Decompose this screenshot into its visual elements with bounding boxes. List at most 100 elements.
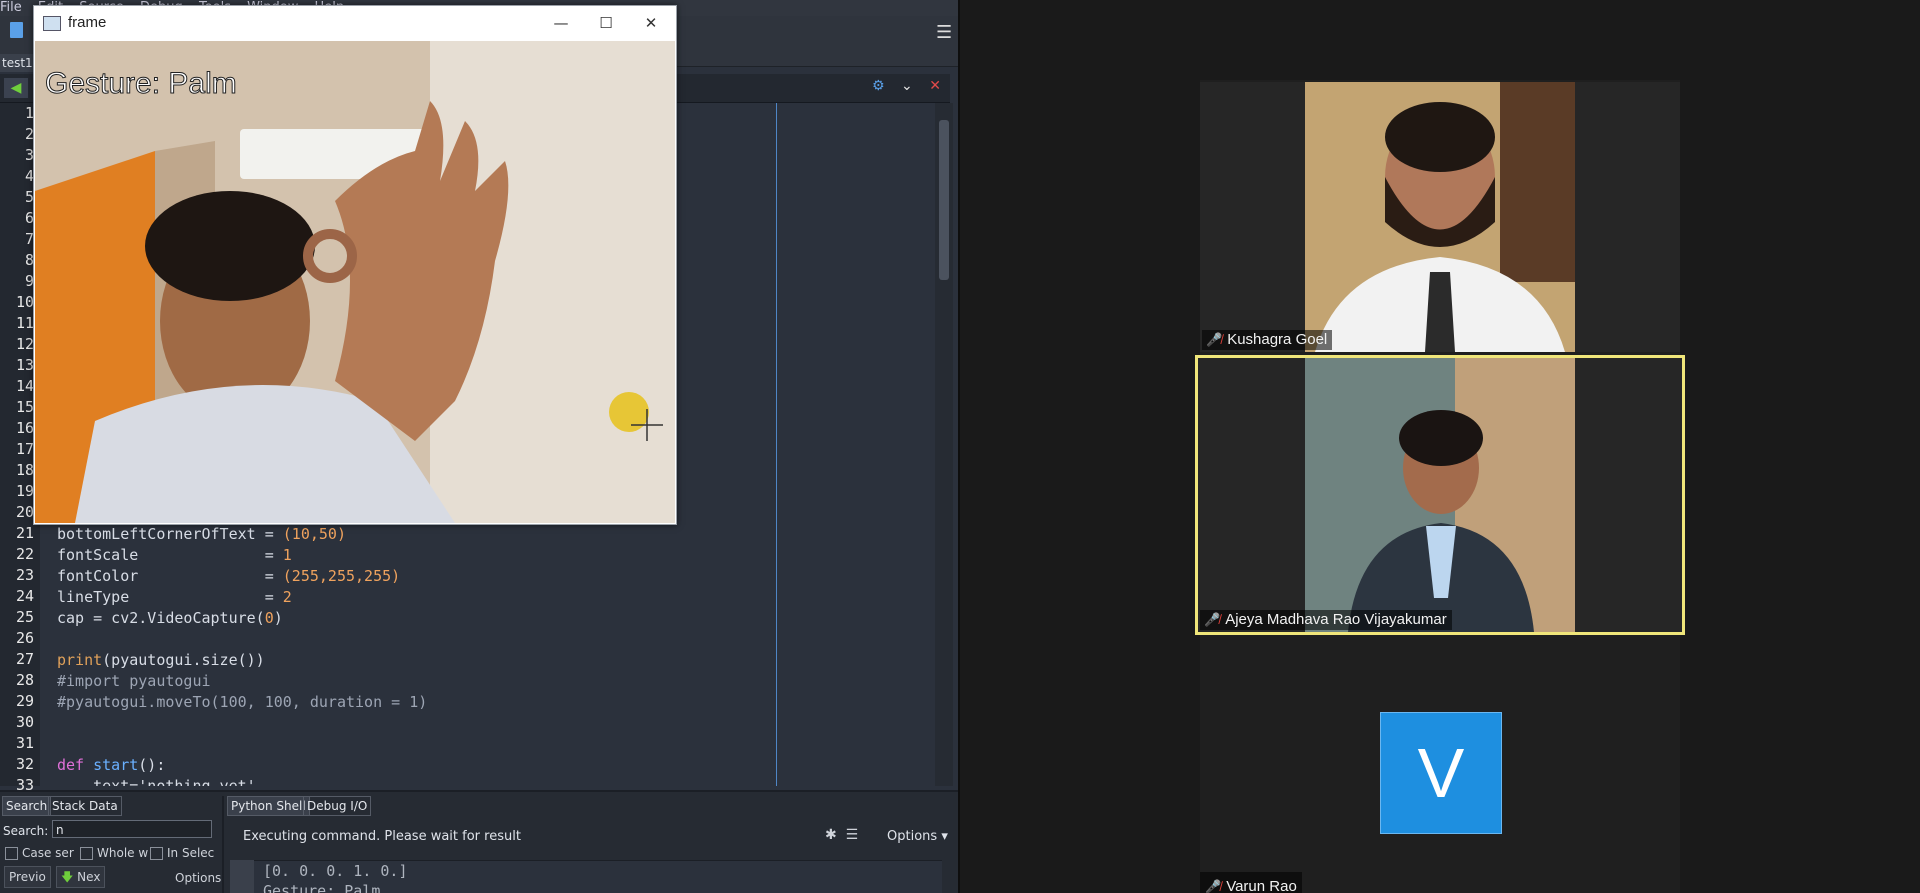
- shell-menu-icon[interactable]: ☰: [846, 827, 859, 843]
- line-number: 6: [24, 209, 34, 227]
- code-text: lineType =: [57, 588, 283, 606]
- code-line-27: print(pyautogui.size()): [57, 650, 265, 671]
- minimize-icon[interactable]: —: [539, 10, 583, 36]
- muted-mic-icon: 🎤̸: [1205, 879, 1222, 893]
- close-icon[interactable]: ✕: [629, 10, 673, 36]
- shell-options-button[interactable]: Options ▾: [887, 829, 948, 844]
- tab-stack-data[interactable]: Stack Data: [48, 796, 122, 816]
- line-number: 7: [24, 230, 34, 248]
- line-number: 29: [15, 692, 34, 710]
- line-number: 16: [15, 419, 34, 437]
- line-number: 22: [15, 545, 34, 563]
- editor-header-icons: ⚙ ⌄ ✕: [872, 78, 952, 98]
- down-arrow-icon: 🡇: [61, 870, 74, 884]
- camera-image: [35, 41, 675, 523]
- in-selection-checkbox[interactable]: In Selec: [150, 846, 214, 860]
- code-line-29: #pyautogui.moveTo(100, 100, duration = 1…: [57, 693, 428, 711]
- close-icon[interactable]: ✕: [929, 78, 941, 94]
- line-number: 21: [15, 524, 34, 542]
- debug-icon[interactable]: ⚙: [872, 78, 885, 94]
- participant-name-tag: 🎤̸ Ajeya Madhava Rao Vijayakumar: [1200, 610, 1452, 630]
- line-number: 2: [24, 125, 34, 143]
- participant-video: [1198, 358, 1682, 632]
- shell-status-message: Executing command. Please wait for resul…: [243, 829, 521, 844]
- line-number: 14: [15, 377, 34, 395]
- frame-window[interactable]: frame — ☐ ✕ Gesture: Palm: [33, 5, 677, 525]
- code-line-23: fontColor = (255,255,255): [57, 566, 400, 587]
- search-label: Search:: [3, 824, 49, 838]
- whole-word-label: Whole w: [97, 846, 149, 860]
- tab-debug-io[interactable]: Debug I/O: [303, 796, 372, 816]
- tab-python-shell[interactable]: Python Shell: [227, 796, 310, 816]
- line-number: 25: [15, 608, 34, 626]
- search-input[interactable]: n: [52, 820, 212, 838]
- line-number: 33: [15, 776, 34, 794]
- code-line-24: lineType = 2: [57, 587, 292, 608]
- code-function-name: start: [93, 756, 139, 774]
- code-text: (pyautogui.size()): [102, 651, 265, 669]
- line-number: 1: [24, 104, 34, 122]
- line-number: 10: [15, 293, 34, 311]
- checkbox-icon: [80, 847, 93, 860]
- code-number: 0: [264, 609, 274, 627]
- line-number: 5: [24, 188, 34, 206]
- frame-title-bar[interactable]: frame — ☐ ✕: [34, 6, 676, 40]
- participant-tile-2-active-speaker[interactable]: 🎤̸ Ajeya Madhava Rao Vijayakumar: [1195, 355, 1685, 635]
- line-number: 31: [15, 734, 34, 752]
- camera-feed: Gesture: Palm: [35, 41, 675, 523]
- chevron-down-icon[interactable]: ⌄: [901, 78, 913, 94]
- next-label: Nex: [77, 870, 101, 884]
- line-number: 32: [15, 755, 34, 773]
- next-button[interactable]: 🡇 Nex: [56, 866, 106, 888]
- window-app-icon: [43, 16, 61, 31]
- participant-name: Kushagra Goel: [1227, 331, 1328, 348]
- shell-output-line: Gesture: Palm: [263, 882, 381, 893]
- line-number: 28: [15, 671, 34, 689]
- checkbox-icon: [5, 847, 18, 860]
- shell-gutter: [230, 860, 254, 893]
- shell-output-line: [0. 0. 0. 1. 0.]: [263, 862, 408, 880]
- maximize-icon[interactable]: ☐: [584, 10, 628, 36]
- code-number: 2: [282, 588, 292, 606]
- panel-splitter[interactable]: [222, 796, 224, 893]
- previous-button[interactable]: Previo: [4, 866, 51, 888]
- code-line-33: text='nothing yet': [57, 777, 256, 786]
- line-number: 8: [24, 251, 34, 269]
- menu-file[interactable]: File: [0, 0, 22, 15]
- code-number: (255,255,255): [282, 567, 401, 585]
- code-number: 1: [282, 546, 292, 564]
- tab-search[interactable]: Search: [2, 796, 52, 816]
- code-line-22: fontScale = 1: [57, 545, 292, 566]
- bug-icon[interactable]: ✱: [825, 827, 837, 843]
- line-number: 15: [15, 398, 34, 416]
- editor-scrollbar-thumb[interactable]: [939, 120, 949, 280]
- new-file-icon[interactable]: [10, 22, 23, 38]
- line-number: 3: [24, 146, 34, 164]
- participant-name: Varun Rao: [1226, 878, 1297, 893]
- code-keyword: def: [57, 756, 94, 774]
- hamburger-menu-icon[interactable]: ☰: [936, 22, 952, 43]
- participant-tile-1[interactable]: 🎤̸ Kushagra Goel: [1200, 82, 1680, 352]
- back-arrow-icon[interactable]: ◀: [4, 78, 28, 98]
- participant-avatar[interactable]: V: [1380, 712, 1502, 834]
- in-selection-label: In Selec: [167, 846, 215, 860]
- participant-name-tag: 🎤̸ Varun Rao: [1200, 872, 1302, 893]
- line-number: 19: [15, 482, 34, 500]
- line-number: 26: [15, 629, 34, 647]
- code-line-28: #import pyautogui: [57, 672, 211, 690]
- search-options-button[interactable]: Options: [175, 871, 221, 885]
- line-number: 30: [15, 713, 34, 731]
- code-text: cap = cv2.VideoCapture(: [57, 609, 265, 627]
- line-number: 17: [15, 440, 34, 458]
- case-sensitive-checkbox[interactable]: Case ser: [5, 846, 74, 860]
- whole-word-checkbox[interactable]: Whole w: [80, 846, 148, 860]
- line-number: 18: [15, 461, 34, 479]
- line-number: 4: [24, 167, 34, 185]
- frame-title: frame: [68, 14, 107, 31]
- line-number: 12: [15, 335, 34, 353]
- code-text: bottomLeftCornerOfText =: [57, 525, 283, 543]
- case-sensitive-label: Case ser: [22, 846, 74, 860]
- code-line-32: def start():: [57, 755, 165, 776]
- code-text: fontColor =: [57, 567, 283, 585]
- line-number: 9: [24, 272, 34, 290]
